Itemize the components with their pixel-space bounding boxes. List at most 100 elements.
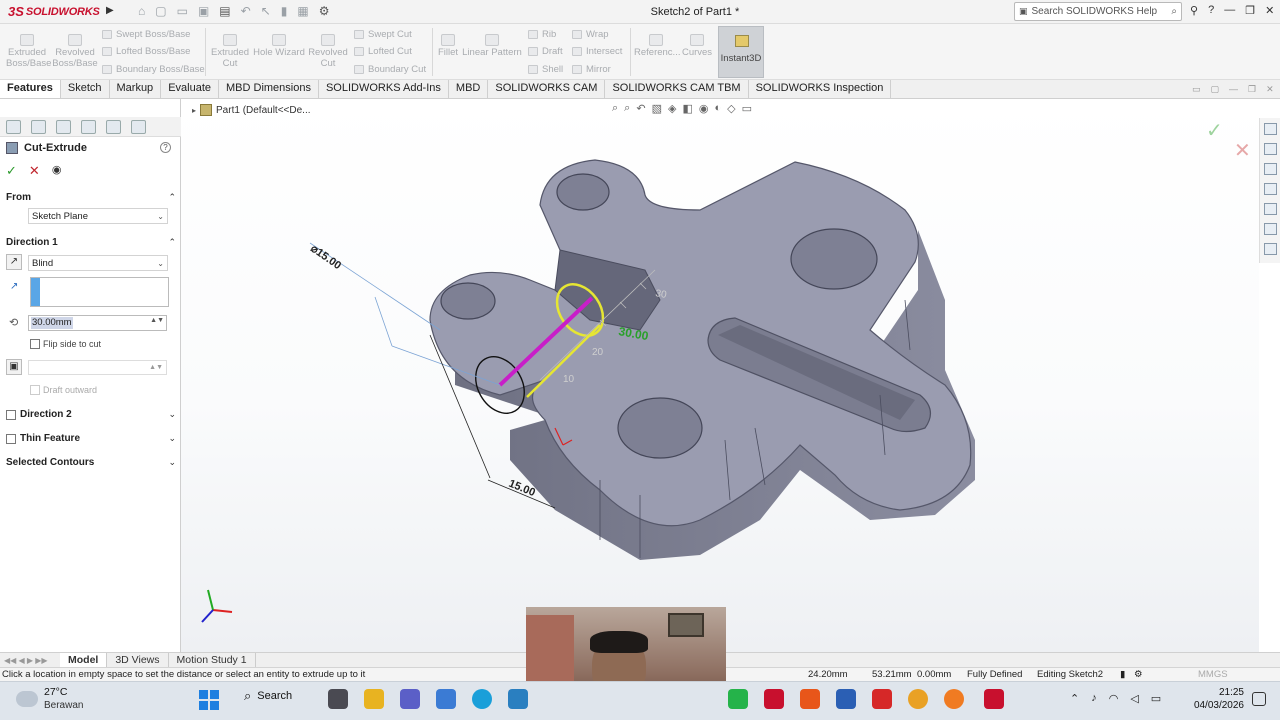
tab-model[interactable]: Model [60, 653, 108, 667]
reverse-direction-icon[interactable]: ↗ [6, 254, 22, 270]
solidworks-resources-icon[interactable] [1263, 123, 1277, 135]
selected-contours-section-header[interactable]: Selected Contours ⌄ [6, 457, 176, 468]
spinner-icon[interactable]: ▲▼ [150, 317, 164, 329]
diameter-dimension[interactable]: ⌀15.00 [308, 243, 343, 272]
extruded-cut-button[interactable]: Extruded Cut [209, 34, 251, 69]
close-doc-icon[interactable]: ✕ [1266, 84, 1274, 95]
firefox-icon[interactable] [944, 689, 964, 709]
boundary-boss-button[interactable]: Boundary Boss/Base [102, 64, 205, 75]
dimxpert-icon[interactable] [81, 119, 96, 134]
from-section-header[interactable]: From ⌃ [6, 192, 176, 203]
clock[interactable]: 21:25 04/03/2026 [1188, 686, 1244, 712]
design-library-icon[interactable] [1263, 143, 1277, 155]
linear-pattern-button[interactable]: Linear Pattern [462, 34, 522, 58]
configuration-icon[interactable] [56, 119, 71, 134]
tile-icon[interactable]: ▭ [1192, 84, 1201, 95]
extruded-boss-button[interactable]: Extruded Boss/Base [6, 34, 51, 69]
tab-cam[interactable]: SOLIDWORKS CAM [488, 80, 606, 98]
model-viewport[interactable]: 30 20 10 30.00 ⌀15.00 15.00 [181, 99, 1259, 652]
display-manager-icon[interactable] [106, 119, 121, 134]
edge-icon[interactable] [472, 689, 492, 709]
curves-button[interactable]: Curves [680, 34, 714, 58]
tab-nav-arrows-icon[interactable]: ◀◀ ◀ ▶ ▶▶ [0, 656, 60, 665]
tab-sketch[interactable]: Sketch [61, 80, 110, 98]
draft-angle-input[interactable]: ▲▼ [28, 360, 167, 375]
lofted-cut-button[interactable]: Lofted Cut [354, 46, 412, 57]
minimize-doc-icon[interactable]: — [1229, 84, 1238, 95]
boundary-cut-button[interactable]: Boundary Cut [354, 64, 426, 75]
preview-icon[interactable]: ◉ [52, 163, 62, 179]
help-search-input[interactable]: ▣ Search SOLIDWORKS Help ⌕ [1014, 2, 1182, 21]
tab-inspection[interactable]: SOLIDWORKS Inspection [749, 80, 892, 98]
file-explorer-taskbar-icon[interactable] [364, 689, 384, 709]
rebuild-status-icon[interactable]: ▮ [1120, 669, 1125, 680]
app-icon[interactable] [508, 689, 528, 709]
maximize-doc-icon[interactable]: ❐ [1248, 84, 1256, 95]
end-condition-dropdown[interactable]: Blind ⌄ [28, 255, 168, 271]
solidworks-taskbar-icon[interactable] [984, 689, 1004, 709]
shell-button[interactable]: Shell [528, 64, 563, 75]
app-orange-icon[interactable] [800, 689, 820, 709]
direction2-checkbox[interactable] [6, 409, 16, 420]
spinner-icon[interactable]: ▲▼ [149, 364, 163, 371]
appearances-icon[interactable] [1263, 203, 1277, 215]
user-icon[interactable]: ⚲ [1190, 4, 1198, 17]
taskbar-search[interactable]: ⌕ Search [244, 688, 292, 704]
tray-expand-icon[interactable]: ⌃ [1070, 692, 1079, 705]
revolved-cut-button[interactable]: Revolved Cut [307, 34, 349, 69]
restore-doc-icon[interactable]: ▢ [1211, 84, 1220, 95]
instant3d-button[interactable]: Instant3D [718, 26, 764, 78]
store-icon[interactable] [436, 689, 456, 709]
word-icon[interactable] [836, 689, 856, 709]
cancel-icon[interactable]: ✕ [29, 163, 40, 179]
fillet-button[interactable]: Fillet [436, 34, 460, 58]
search-icon[interactable]: ⌕ [1171, 6, 1177, 17]
tab-mbd-dimensions[interactable]: MBD Dimensions [219, 80, 319, 98]
app-green-icon[interactable] [728, 689, 748, 709]
help-icon[interactable]: ? [160, 142, 171, 153]
tab-features[interactable]: Features [0, 80, 61, 98]
direction2-section-header[interactable]: Direction 2 ⌄ [6, 409, 176, 420]
tab-cam-tbm[interactable]: SOLIDWORKS CAM TBM [605, 80, 749, 98]
tab-3d-views[interactable]: 3D Views [107, 653, 169, 667]
close-icon[interactable]: ✕ [1265, 4, 1274, 17]
wps-icon[interactable] [872, 689, 892, 709]
view-palette-icon[interactable] [1263, 183, 1277, 195]
weather-widget[interactable]: 27°C Berawan [16, 686, 83, 712]
custom-properties-icon[interactable] [1263, 223, 1277, 235]
forum-icon[interactable] [1263, 243, 1277, 255]
wifi-icon[interactable]: ◠ [1109, 692, 1119, 705]
from-dropdown[interactable]: Sketch Plane ⌄ [28, 208, 168, 224]
wrap-button[interactable]: Wrap [572, 29, 609, 40]
maximize-icon[interactable]: ❐ [1245, 4, 1255, 17]
volume-icon[interactable]: ◁ [1130, 692, 1138, 705]
windows-start-icon[interactable] [199, 690, 219, 710]
tab-markup[interactable]: Markup [110, 80, 162, 98]
depth-input[interactable]: 30.00mm ▲▼ [28, 315, 167, 331]
hole-wizard-button[interactable]: Hole Wizard [253, 34, 305, 58]
confirm-corner-cancel-icon[interactable]: ✕ [1234, 138, 1251, 163]
confirm-corner-ok-icon[interactable]: ✓ [1206, 118, 1223, 143]
tab-mbd[interactable]: MBD [449, 80, 489, 98]
help-icon[interactable]: ? [1208, 4, 1214, 17]
teams-icon[interactable] [400, 689, 420, 709]
options-status-icon[interactable]: ⚙ [1134, 669, 1143, 680]
property-manager-icon[interactable] [31, 119, 46, 134]
swept-cut-button[interactable]: Swept Cut [354, 29, 412, 40]
file-explorer-icon[interactable] [1263, 163, 1277, 175]
battery-icon[interactable]: ▭ [1151, 692, 1161, 705]
intersect-button[interactable]: Intersect [572, 46, 622, 57]
direction1-section-header[interactable]: Direction 1 ⌃ [6, 237, 176, 248]
revolved-boss-button[interactable]: Revolved Boss/Base [52, 34, 98, 69]
cam-manager-icon[interactable] [131, 119, 146, 134]
rib-button[interactable]: Rib [528, 29, 556, 40]
thin-feature-section-header[interactable]: Thin Feature ⌄ [6, 433, 176, 444]
status-units[interactable]: MMGS [1198, 669, 1228, 680]
lofted-boss-button[interactable]: Lofted Boss/Base [102, 46, 190, 57]
draft-button[interactable]: Draft [528, 46, 563, 57]
feature-tree-icon[interactable] [6, 119, 21, 134]
chrome-icon[interactable] [908, 689, 928, 709]
ok-icon[interactable]: ✓ [6, 163, 17, 179]
draft-toggle-icon[interactable]: ▣ [6, 359, 22, 375]
notification-icon[interactable] [1252, 692, 1266, 706]
